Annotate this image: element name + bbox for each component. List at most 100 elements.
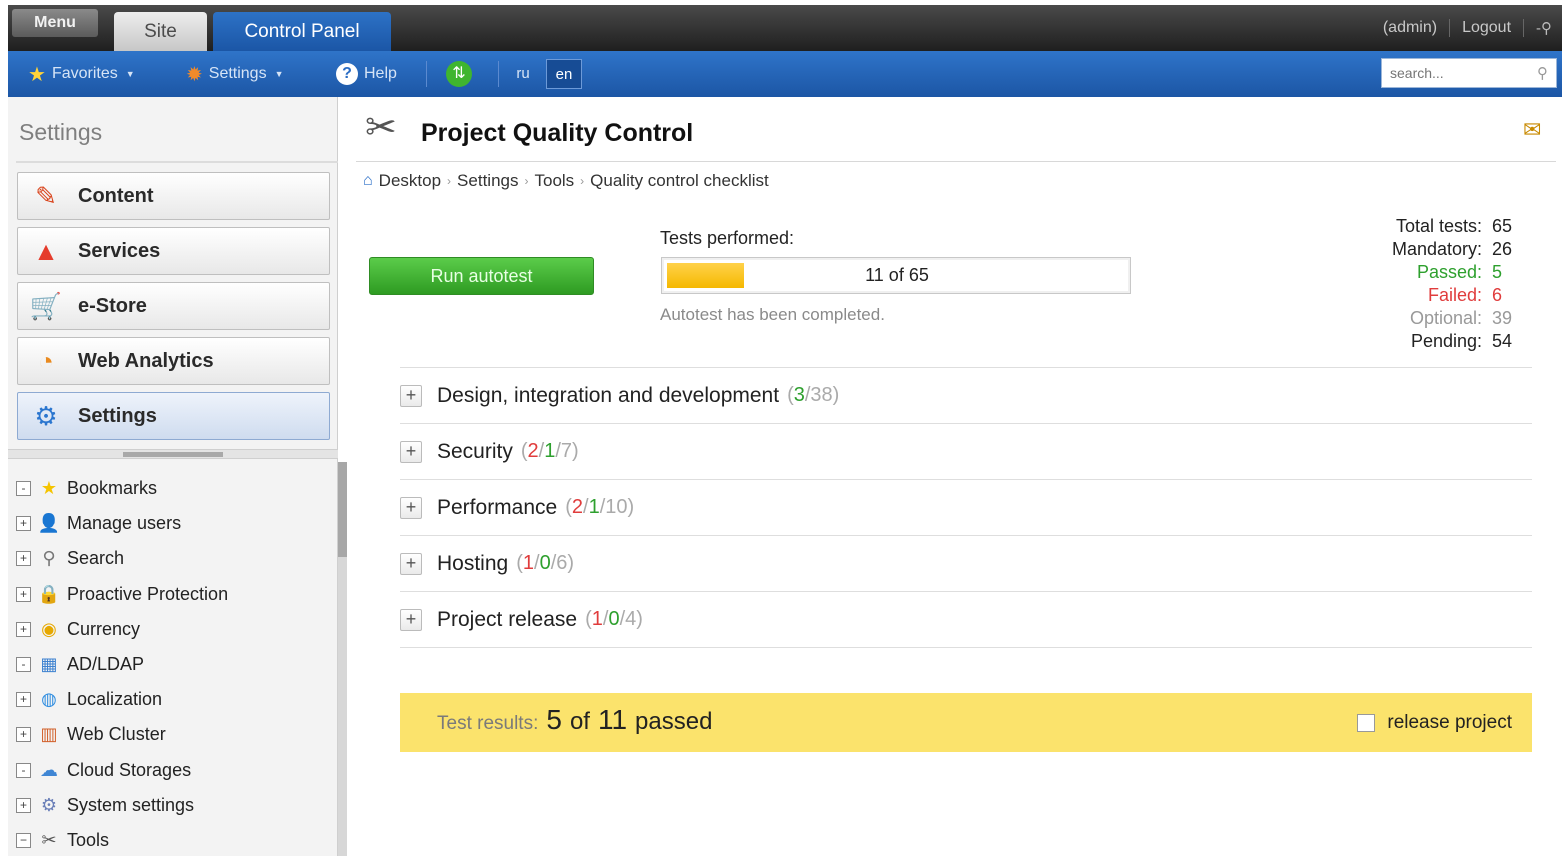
- stat-value: 39: [1492, 308, 1513, 328]
- search-input[interactable]: [1382, 59, 1522, 87]
- tab-control-panel[interactable]: Control Panel: [213, 12, 391, 51]
- group-name[interactable]: Security: [437, 440, 513, 464]
- expander-icon[interactable]: +: [16, 727, 31, 743]
- expander-icon[interactable]: -: [16, 762, 31, 778]
- gear-icon: ⚙: [40, 794, 58, 815]
- expander-icon[interactable]: +: [16, 586, 31, 602]
- breadcrumb-tools[interactable]: Tools: [534, 171, 574, 191]
- breadcrumb-settings[interactable]: Settings: [457, 171, 518, 191]
- scrollbar-thumb[interactable]: [338, 462, 347, 557]
- sidebar-scrollbar[interactable]: [338, 462, 347, 856]
- tree-item-tools[interactable]: − ✂ Tools: [16, 823, 338, 856]
- sidebar-resize-handle[interactable]: [8, 449, 338, 459]
- module-web-analytics[interactable]: ◔ Web Analytics: [17, 337, 330, 385]
- tree-item-proactive-protection[interactable]: + 🔒 Proactive Protection: [16, 577, 338, 612]
- expander-icon[interactable]: +: [16, 551, 31, 567]
- expander-icon[interactable]: -: [16, 481, 31, 497]
- expander-icon[interactable]: −: [16, 832, 31, 848]
- tree-label: Cloud Storages: [67, 759, 192, 780]
- expand-plus-icon[interactable]: +: [400, 384, 422, 407]
- group-hosting[interactable]: + Hosting (1/0/6): [400, 536, 1532, 592]
- pencil-icon: ✎: [35, 180, 57, 211]
- expander-icon[interactable]: +: [16, 797, 31, 813]
- expand-plus-icon[interactable]: +: [400, 440, 422, 463]
- stat-label: Failed:: [1427, 285, 1482, 305]
- divider: [1523, 19, 1525, 37]
- release-project-option[interactable]: release project: [1357, 712, 1512, 734]
- run-autotest-button[interactable]: Run autotest: [369, 257, 594, 295]
- help-icon: ?: [336, 63, 358, 85]
- test-results-summary: Test results: 5 of 11 passed: [437, 704, 712, 736]
- pin-icon[interactable]: -⚲: [1536, 19, 1552, 37]
- expander-icon[interactable]: -: [16, 657, 31, 673]
- expander-icon[interactable]: +: [16, 621, 31, 637]
- group-project-release[interactable]: + Project release (1/0/4): [400, 592, 1532, 648]
- group-name[interactable]: Design, integration and development: [437, 384, 779, 408]
- expander-icon[interactable]: +: [16, 692, 31, 708]
- expander-icon[interactable]: +: [16, 516, 31, 532]
- group-counts: (1/0/4): [585, 608, 643, 630]
- magnifier-icon: ⚲: [42, 548, 56, 569]
- expand-plus-icon[interactable]: +: [400, 552, 422, 575]
- chevron-right-icon: ›: [580, 174, 585, 188]
- module-content[interactable]: ✎ Content: [17, 172, 330, 220]
- add-to-favorites-icon[interactable]: ✉: [1523, 117, 1541, 143]
- tree-item-search[interactable]: + ⚲ Search: [16, 541, 338, 576]
- test-results-bar: Test results: 5 of 11 passed release pro…: [400, 693, 1532, 752]
- chevron-right-icon: ›: [447, 174, 452, 188]
- lock-icon: 🔒: [37, 583, 61, 604]
- tree-item-manage-users[interactable]: + 👤 Manage users: [16, 506, 338, 541]
- count-failed: 2: [571, 496, 584, 518]
- menu-button[interactable]: Menu: [12, 9, 98, 37]
- module-services[interactable]: ▲ Services: [17, 227, 330, 275]
- tree-item-bookmarks[interactable]: - ★ Bookmarks: [16, 471, 338, 506]
- stat-label: Mandatory:: [1391, 239, 1482, 259]
- tree-item-web-cluster[interactable]: + ▥ Web Cluster: [16, 717, 338, 752]
- group-performance[interactable]: + Performance (2/1/10): [400, 480, 1532, 536]
- tree-item-localization[interactable]: + ◍ Localization: [16, 682, 338, 717]
- tree-item-cloud-storages[interactable]: - ☁ Cloud Storages: [16, 753, 338, 788]
- server-icon: ▥: [40, 724, 58, 745]
- stat-label: Optional:: [1409, 308, 1482, 328]
- divider: [498, 61, 499, 87]
- tree-item-system-settings[interactable]: + ⚙ System settings: [16, 788, 338, 823]
- tree-label: AD/LDAP: [67, 654, 145, 675]
- expand-plus-icon[interactable]: +: [400, 608, 422, 631]
- lang-en[interactable]: en: [546, 59, 582, 89]
- shapes-icon: ▲: [33, 235, 59, 266]
- tree-item-ad-ldap[interactable]: - ▦ AD/LDAP: [16, 647, 338, 682]
- tree-item-currency[interactable]: + ◉ Currency: [16, 612, 338, 647]
- search-box: ⚲: [1381, 58, 1557, 88]
- lang-ru[interactable]: ru: [508, 59, 538, 89]
- favorites-menu[interactable]: ★ Favorites ▼: [28, 51, 135, 97]
- stat-value: 26: [1492, 239, 1513, 259]
- tree-label: System settings: [67, 794, 195, 815]
- update-button[interactable]: ⇅: [446, 51, 472, 97]
- release-project-label[interactable]: release project: [1387, 712, 1512, 734]
- search-icon[interactable]: ⚲: [1537, 64, 1548, 82]
- release-project-checkbox[interactable]: [1357, 714, 1376, 732]
- help-label: Help: [364, 65, 397, 82]
- help-button[interactable]: ? Help: [336, 51, 397, 97]
- group-name[interactable]: Project release: [437, 608, 577, 632]
- group-name[interactable]: Performance: [437, 496, 557, 520]
- stat-label: Total tests:: [1395, 216, 1482, 236]
- breadcrumb-desktop[interactable]: Desktop: [379, 171, 441, 191]
- module-estore[interactable]: 🛒 e-Store: [17, 282, 330, 330]
- tab-site[interactable]: Site: [114, 12, 207, 51]
- test-stats: Total tests: 65 Mandatory: 26 Passed: 5 …: [1358, 215, 1518, 353]
- home-icon[interactable]: ⌂: [363, 172, 373, 190]
- group-design[interactable]: + Design, integration and development (3…: [400, 368, 1532, 424]
- settings-menu[interactable]: ✹ Settings ▼: [186, 51, 284, 97]
- cloud-icon: ☁: [40, 759, 58, 780]
- group-name[interactable]: Hosting: [437, 552, 508, 576]
- module-settings[interactable]: ⚙ Settings: [17, 392, 330, 440]
- count-failed: 2: [527, 440, 539, 462]
- expand-plus-icon[interactable]: +: [400, 496, 422, 519]
- user-name[interactable]: (admin): [1383, 19, 1437, 37]
- stat-passed: Passed: 5: [1358, 261, 1518, 284]
- sidebar-title: Settings: [19, 119, 103, 145]
- logout-link[interactable]: Logout: [1462, 19, 1511, 37]
- count-total: 4: [625, 608, 637, 630]
- group-security[interactable]: + Security (2/1/7): [400, 424, 1532, 480]
